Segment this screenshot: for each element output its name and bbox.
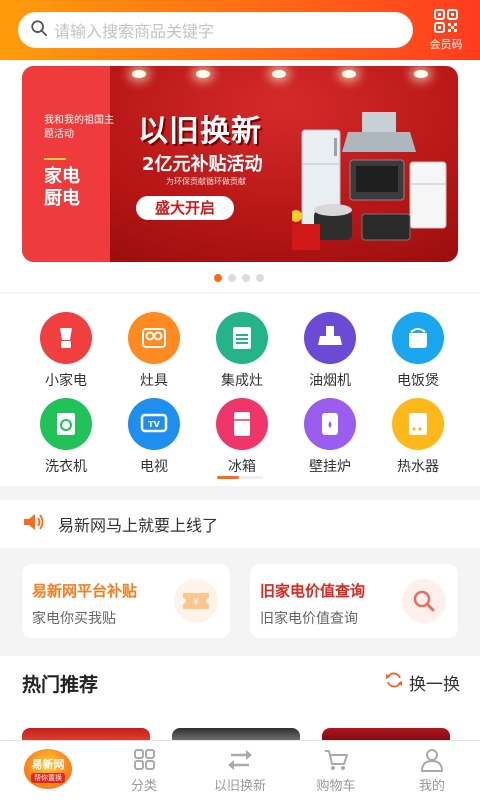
cart-icon [296,747,376,773]
platform-subsidy-card[interactable]: 易新网平台补贴 家电你买我贴 ¥ [22,564,230,638]
integrated-stove-icon [216,312,268,364]
promo-subtitle: 家电你买我贴 [32,611,116,627]
banner-side-small-text: 我和我的祖国主题活动 [44,115,114,140]
banner-dot[interactable] [256,274,264,282]
nav-label: 以旧换新 [213,779,266,794]
category-boiler[interactable]: 壁挂炉 [290,398,370,476]
banner-pagination [214,274,264,282]
banner-start-button[interactable]: 盛大开启 [136,196,234,220]
category-rice-cooker[interactable]: 电饭煲 [378,312,458,390]
blender-icon [40,312,92,364]
member-code-button[interactable]: 会员码 [424,6,468,52]
nav-label: 分类 [130,779,157,794]
category-stove[interactable]: 灶具 [114,312,194,390]
nav-label: 我的 [418,779,445,794]
voucher-icon: ¥ [174,579,218,623]
refresh-button[interactable]: 换一换 [385,670,460,695]
refresh-icon [385,671,409,694]
banner-dot[interactable] [228,274,236,282]
category-water-heater[interactable]: 热水器 [378,398,458,476]
old-appliance-value-card[interactable]: 旧家电价值查询 旧家电价值查询 [250,564,458,638]
banner-tagline: 为环保贡献循环做贡献 [166,177,246,186]
search-icon [30,19,48,41]
category-label: 小家电 [45,373,87,389]
banner-subtitle: 2亿元补贴活动 [142,154,263,175]
svg-text:TV: TV [148,420,160,429]
category-integrated-stove[interactable]: 集成灶 [202,312,282,390]
banner-section: 我和我的祖国主题活动 家电厨电 以旧换新 2亿元补贴活动 为环保贡献循环做贡献 … [0,60,480,292]
boiler-icon [304,398,356,450]
banner-side-panel: 我和我的祖国主题活动 家电厨电 [22,66,114,262]
promo-cards: 易新网平台补贴 家电你买我贴 ¥ 旧家电价值查询 旧家电价值查询 [0,548,480,652]
category-label: 热水器 [397,459,439,475]
fridge-icon [216,398,268,450]
home-logo-button[interactable]: 易新网 帮你置换 [24,749,72,789]
category-label: 灶具 [140,373,168,389]
water-heater-icon [392,398,444,450]
appliances-illustration [292,112,447,250]
speaker-icon [0,512,44,536]
nav-item-profile[interactable]: 我的 [392,747,472,794]
stove-icon [128,312,180,364]
category-label: 集成灶 [221,373,263,389]
nav-item-trade-in[interactable]: 以旧换新 [200,747,280,794]
promo-subtitle: 旧家电价值查询 [260,611,358,627]
logo-subtext: 帮你置换 [31,772,65,783]
hot-recommend-title: 热门推荐 [22,674,99,696]
svg-text:¥: ¥ [193,597,199,608]
top-header: 请输入搜索商品关键字 会员码 [0,0,480,60]
promo-banner[interactable]: 我和我的祖国主题活动 家电厨电 以旧换新 2亿元补贴活动 为环保贡献循环做贡献 … [22,66,458,262]
category-label: 电饭煲 [397,373,439,389]
category-scroll-indicator [217,476,263,479]
category-label: 壁挂炉 [309,459,351,475]
nav-label: 购物车 [316,779,356,794]
category-label: 电视 [140,459,168,475]
category-label: 洗衣机 [45,459,87,475]
banner-title: 以旧换新 [138,114,262,149]
announcement-bar[interactable]: 易新网马上就要上线了 [0,500,480,548]
member-code-label: 会员码 [429,38,463,51]
exchange-icon [200,747,280,773]
tv-icon: TV [128,398,180,450]
washing-machine-icon [40,398,92,450]
category-blender[interactable]: 小家电 [26,312,106,390]
search-bar[interactable]: 请输入搜索商品关键字 [18,12,413,48]
promo-title: 易新网平台补贴 [32,582,138,600]
range-hood-icon [304,312,356,364]
nav-item-cart[interactable]: 购物车 [296,747,376,794]
category-fridge[interactable]: 冰箱 [202,398,282,476]
category-label: 冰箱 [228,459,256,475]
category-range-hood[interactable]: 油烟机 [290,312,370,390]
nav-item-category[interactable]: 分类 [104,747,184,794]
user-icon [392,747,472,773]
category-tv[interactable]: TV 电视 [114,398,194,476]
category-washing-machine[interactable]: 洗衣机 [26,398,106,476]
category-grid-icon [104,747,184,773]
category-label: 油烟机 [309,373,351,389]
promo-title: 旧家电价值查询 [260,582,366,600]
refresh-label: 换一换 [409,675,460,695]
logo-text: 易新网 [31,757,65,771]
bottom-navigation: 易新网 帮你置换 分类 以旧换新 购物车 我的 [0,740,480,800]
announcement-text: 易新网马上就要上线了 [58,516,219,535]
search-placeholder: 请输入搜索商品关键字 [54,22,215,41]
banner-dot[interactable] [242,274,250,282]
category-grid: 小家电 灶具 集成灶 油烟机 电饭煲洗衣机 TV 电视 冰箱 壁挂炉 热水器 [0,294,480,486]
qr-code-icon [424,8,468,34]
banner-side-big-text: 家电厨电 [44,166,80,209]
banner-dot[interactable] [214,274,222,282]
search-icon [402,579,446,623]
rice-cooker-icon [392,312,444,364]
